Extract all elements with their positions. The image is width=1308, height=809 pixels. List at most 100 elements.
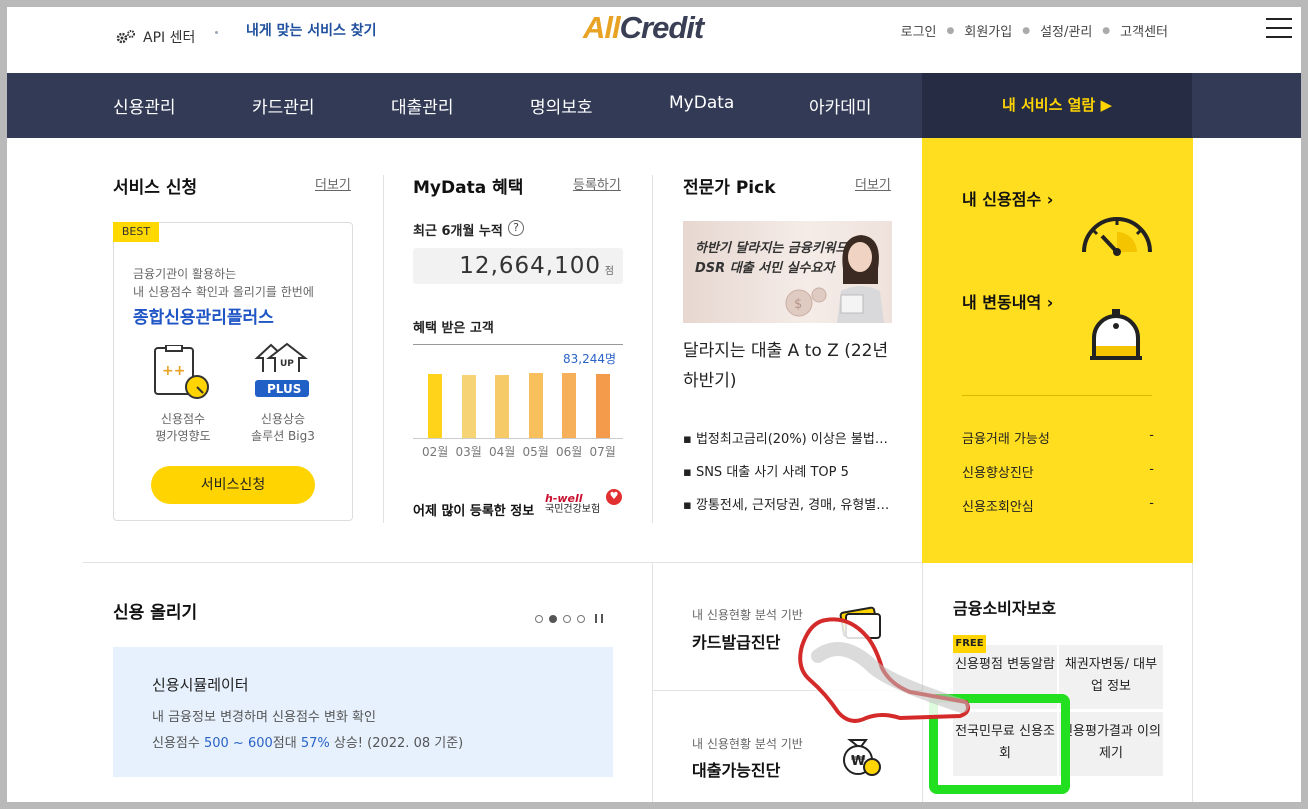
service-headline: 종합신용관리플러스 (133, 308, 274, 328)
chart-bar-04월 (495, 375, 509, 438)
feature2-line2: 솔루션 Big3 (251, 429, 315, 443)
money-bag-icon: ₩ (843, 739, 881, 776)
sim-mid: 점대 (272, 736, 301, 751)
chart-month-label: 05월 (522, 445, 549, 459)
carousel-dot[interactable] (535, 614, 543, 623)
coin-icon: $ (785, 287, 827, 317)
feature1-label: 신용점수 평가영향도 (148, 411, 218, 445)
banner-line1: 하반기 달라지는 금융키워드 (695, 241, 848, 256)
simulator-desc-line2: 신용점수 500 ~ 600점대 57% 상승! (2022. 08 기준) (152, 731, 463, 757)
expert-item[interactable]: ▪ SNS 대출 사기 사례 TOP 5 (683, 461, 849, 480)
service-more-link[interactable]: 더보기 (315, 174, 351, 193)
separator-dot (215, 31, 218, 34)
mydata-register-link[interactable]: 등록하기 (573, 174, 621, 193)
logo[interactable]: AllCredit (583, 10, 704, 46)
cumulative-box: 12,664,100 점 (413, 248, 623, 284)
simulator-desc: 내 금융정보 변경하며 신용점수 변화 확인 신용점수 500 ~ 600점대 … (152, 705, 463, 757)
panel-row-value: - (1149, 428, 1154, 443)
carousel-dot-active[interactable] (549, 614, 557, 623)
partner-name: 국민건강보험 (545, 504, 601, 515)
sim-pct: 57% (300, 736, 330, 751)
svg-text:++: ++ (162, 363, 185, 379)
feature1-line1: 신용점수 (160, 412, 206, 426)
mydata-title: MyData 혜택 (413, 178, 524, 198)
carousel-dot[interactable] (577, 614, 585, 623)
chart-top-line (413, 344, 623, 345)
my-service-button[interactable]: 내 서비스 열람 ▶ (922, 73, 1192, 138)
chart-month-label: 07월 (589, 445, 616, 459)
chart-month-label: 02월 (422, 445, 449, 459)
divider (1192, 563, 1193, 803)
nav-academy[interactable]: 아카데미 (809, 93, 872, 118)
nav-credit[interactable]: 신용관리 (113, 93, 176, 118)
banner-text: 하반기 달라지는 금융키워드 DSR 대출 서민 실수요자 (695, 239, 848, 279)
plus-label: PLUS (267, 382, 301, 396)
sim-range: 500 ~ 600 (203, 736, 273, 751)
creditor-info-button[interactable]: 채권자변동/ 대부업 정보 (1059, 645, 1163, 709)
panel-row-label: 금융거래 가능성 (962, 432, 1050, 447)
sim-post: 상승! (2022. 08 기준) (329, 736, 464, 751)
divider (652, 175, 653, 523)
credit-appeal-button[interactable]: 신용평가결과 이의제기 (1059, 712, 1163, 776)
panel-row-value: - (1149, 462, 1154, 477)
divider (383, 175, 384, 523)
section-divider (83, 562, 922, 563)
feature2-label: 신용상승 솔루션 Big3 (248, 411, 318, 445)
service-desc-line1: 금융기관이 활용하는 (133, 267, 237, 281)
nav-card[interactable]: 카드관리 (252, 93, 315, 118)
panel-row-label: 신용향상진단 (962, 466, 1034, 481)
find-service-link[interactable]: 내게 맞는 서비스 찾기 (246, 20, 377, 40)
up-label: UP (280, 359, 294, 369)
expert-headline[interactable]: 달라지는 대출 A to Z (22년 하반기) (683, 336, 893, 396)
chart-month-label: 06월 (556, 445, 583, 459)
expert-title: 전문가 Pick (683, 178, 776, 198)
carousel-dot[interactable] (563, 614, 571, 623)
nav-identity[interactable]: 명의보호 (530, 93, 593, 118)
nav-mydata[interactable]: MyData (669, 93, 734, 113)
my-score-link[interactable]: 내 신용점수 › (962, 186, 1053, 210)
expert-item[interactable]: ▪ 깡통전세, 근저당권, 경매, 유형별… (683, 494, 889, 513)
signup-link[interactable]: 회원가입 (964, 21, 1012, 40)
my-changes-link[interactable]: 내 변동내역 › (962, 289, 1053, 313)
panel-row[interactable]: 신용향상진단 - (962, 462, 1154, 481)
loan-diag-sub: 내 신용현황 분석 기반 (692, 737, 803, 751)
simulator-title: 신용시뮬레이터 (152, 676, 249, 694)
panel-row-value: - (1149, 496, 1154, 511)
card-diag-sub: 내 신용현황 분석 기반 (692, 608, 803, 622)
menu-icon[interactable] (1266, 18, 1292, 38)
chart-bar-06월 (562, 373, 576, 438)
api-center-label: API 센터 (143, 30, 196, 46)
help-icon[interactable]: ? (508, 220, 524, 236)
svg-text:$: $ (794, 297, 802, 312)
logo-all: All (583, 10, 621, 45)
nav-loan[interactable]: 대출관리 (391, 93, 454, 118)
api-center-link[interactable]: API 센터 (115, 27, 195, 47)
login-link[interactable]: 로그인 (901, 21, 937, 40)
pause-icon[interactable] (595, 614, 603, 623)
expert-more-link[interactable]: 더보기 (855, 174, 891, 193)
customers-count: 83,244명 (563, 352, 617, 366)
feature2-line1: 신용상승 (260, 412, 306, 426)
feature1-line2: 평가영향도 (155, 429, 211, 443)
expert-banner[interactable]: 하반기 달라지는 금융키워드 DSR 대출 서민 실수요자 $ (683, 221, 892, 323)
panel-row[interactable]: 신용조회안심 - (962, 496, 1154, 515)
divider (652, 563, 653, 803)
service-desc-line2: 내 신용점수 확인과 올리기를 한번에 (133, 285, 314, 299)
customer-center-link[interactable]: 고객센터 (1120, 21, 1168, 40)
panel-row[interactable]: 금융거래 가능성 - (962, 428, 1154, 447)
settings-link[interactable]: 설정/관리 (1040, 21, 1092, 40)
loan-diag-title[interactable]: 대출가능진단 (692, 757, 780, 781)
heart-icon: ♥ (606, 489, 622, 505)
expert-item[interactable]: ▪ 법정최고금리(20%) 이상은 불법… (683, 428, 888, 447)
chart-bar-03월 (461, 375, 476, 438)
card-diag-title[interactable]: 카드발급진단 (692, 629, 780, 653)
partner-logo[interactable]: h-well 국민건강보험 (545, 493, 600, 515)
service-title: 서비스 신청 (113, 178, 198, 198)
cumulative-label: 최근 6개월 누적 (413, 224, 503, 239)
chart-base-line (413, 438, 623, 439)
chart-bar-07월 (595, 374, 610, 438)
best-badge: BEST (113, 222, 159, 242)
pointing-hand-icon (798, 617, 970, 723)
apply-service-button[interactable]: 서비스신청 (151, 466, 315, 504)
expert-item-text: 법정최고금리(20%) 이상은 불법… (695, 432, 888, 447)
